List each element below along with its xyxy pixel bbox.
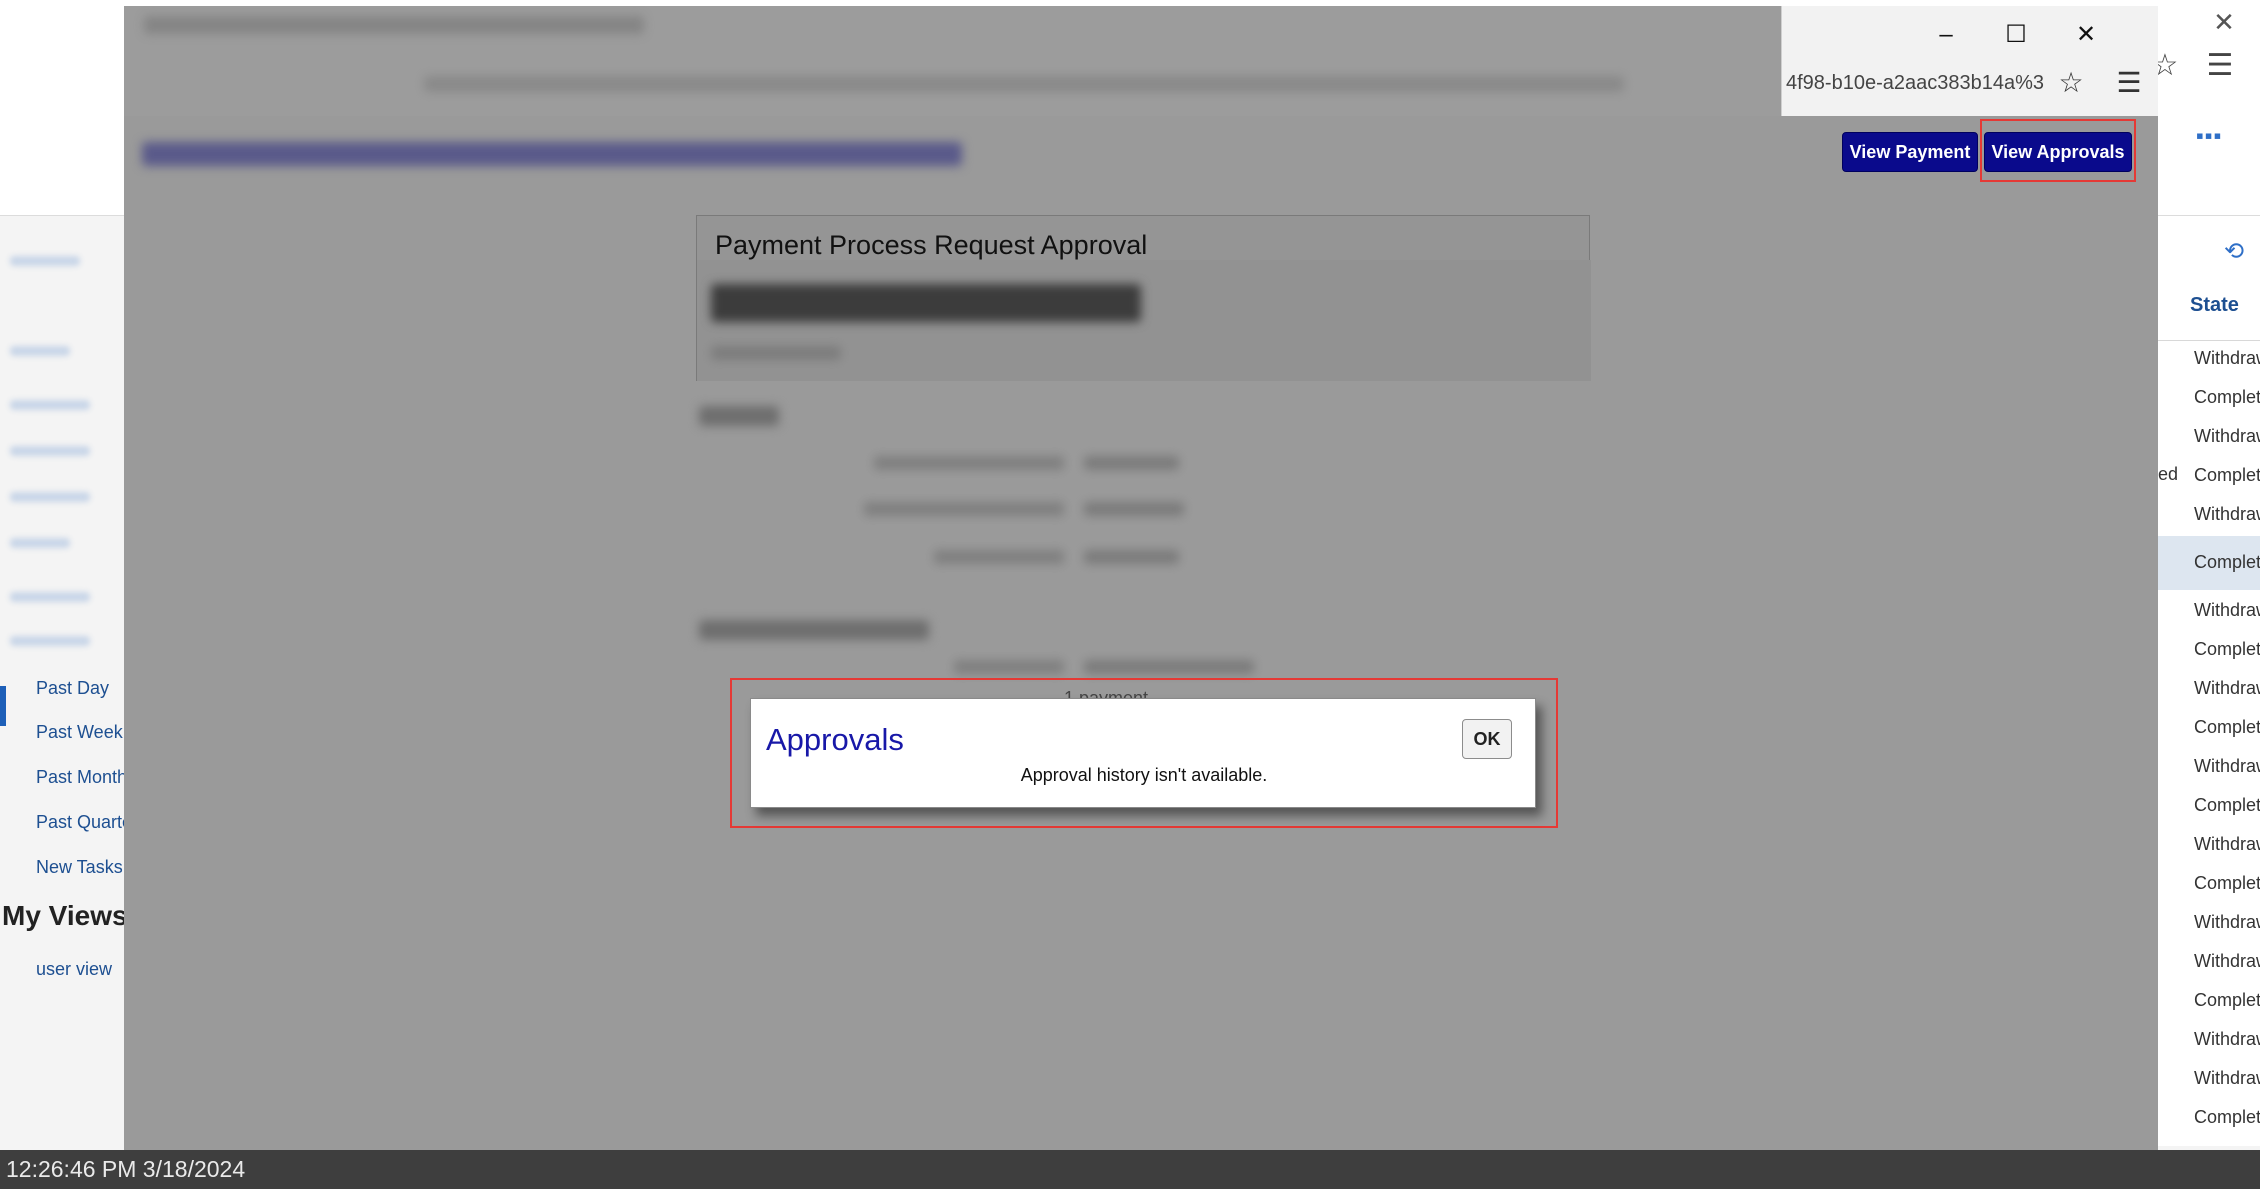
blurred-field-label — [874, 456, 1064, 470]
blurred-field-value — [1084, 502, 1184, 516]
header-divider — [2158, 340, 2260, 341]
blurred-subtext — [711, 346, 841, 360]
clock: 12:26:46 PM 3/18/2024 — [6, 1156, 246, 1182]
panel-body — [697, 260, 1591, 381]
state-cell[interactable]: Completed — [2194, 795, 2260, 816]
nav-item-new-tasks[interactable]: New Tasks — [36, 857, 123, 878]
close-icon[interactable]: ✕ — [2066, 18, 2106, 52]
state-cell[interactable]: Withdrawn — [2194, 756, 2260, 777]
blurred-field-label — [864, 502, 1064, 516]
browser-menu-icon[interactable]: ☰ — [2202, 48, 2238, 84]
popup-browser-window: – ☐ ✕ 4f98-b10e-a2aac383b14a%3 ☆ ☰ View … — [124, 6, 2158, 1150]
close-icon[interactable]: ✕ — [2208, 6, 2240, 38]
dialog-message: Approval history isn't available. — [1020, 765, 1268, 785]
state-cell[interactable]: Withdrawn — [2194, 951, 2260, 972]
taskbar: 12:26:46 PM 3/18/2024 — [0, 1150, 2260, 1189]
blurred-field-value — [1084, 550, 1179, 564]
state-cell[interactable]: Completed — [2194, 465, 2260, 486]
view-approvals-highlight — [1980, 119, 2136, 182]
payment-process-request-panel: Payment Process Request Approval — [696, 215, 1591, 381]
approvals-dialog: Approvals Approval history isn't availab… — [750, 698, 1536, 808]
blurred-nav-item — [10, 636, 90, 646]
blurred-page-heading — [142, 142, 962, 166]
popup-window-chrome: – ☐ ✕ 4f98-b10e-a2aac383b14a%3 ☆ ☰ — [124, 6, 2158, 116]
blurred-request-name — [711, 284, 1141, 322]
blurred-nav-item — [10, 256, 80, 266]
popup-chrome-visible-area: – ☐ ✕ 4f98-b10e-a2aac383b14a%3 ☆ ☰ — [1781, 6, 2158, 116]
state-cell[interactable]: Completed — [2194, 1107, 2260, 1128]
blurred-field-label — [934, 550, 1064, 564]
blurred-tab-strip — [144, 16, 644, 34]
nav-item-user-view[interactable]: user view — [36, 959, 112, 980]
nav-item-past-quarter[interactable]: Past Quarter — [36, 812, 125, 833]
nav-item-past-week[interactable]: Past Week — [36, 722, 123, 743]
blurred-nav-item — [10, 592, 90, 602]
refresh-icon[interactable]: ⟲ — [2220, 238, 2248, 266]
bookmark-star-icon[interactable]: ☆ — [2054, 66, 2088, 100]
state-cell[interactable]: Withdrawn — [2194, 504, 2260, 525]
blurred-nav-item — [10, 446, 90, 456]
left-navigation: Past Day Past Week Past Month Past Quart… — [0, 216, 126, 1016]
blurred-field-value — [1084, 456, 1179, 470]
blurred-nav-item — [10, 492, 90, 502]
state-cell[interactable]: Completed — [2194, 873, 2260, 894]
state-cell[interactable]: Withdrawn — [2194, 834, 2260, 855]
state-cell[interactable]: Withdrawn — [2194, 426, 2260, 447]
blurred-section-heading — [699, 620, 929, 640]
address-bar-url[interactable]: 4f98-b10e-a2aac383b14a%3 — [1786, 72, 2044, 95]
state-cell[interactable]: Completed — [2194, 552, 2260, 573]
my-views-heading: My Views — [2, 900, 126, 931]
blurred-nav-item — [10, 400, 90, 410]
state-cell[interactable]: Withdrawn — [2194, 1029, 2260, 1050]
dialog-title: Approvals — [766, 722, 904, 757]
browser-menu-icon[interactable]: ☰ — [2112, 66, 2146, 100]
blurred-section-heading — [699, 406, 779, 426]
blurred-field-value — [1084, 660, 1254, 674]
state-cell[interactable]: Withdrawn — [2194, 912, 2260, 933]
task-list-state-column: ⟲ State Withdrawn Completed Withdrawn Co… — [2158, 216, 2260, 1146]
truncated-cell-text: ed — [2158, 464, 2179, 484]
nav-selected-marker — [0, 686, 6, 726]
panel-title: Payment Process Request Approval — [715, 230, 1148, 260]
state-cell[interactable]: Completed — [2194, 990, 2260, 1011]
state-cell[interactable]: Withdrawn — [2194, 600, 2260, 621]
state-cell[interactable]: Withdrawn — [2194, 348, 2260, 369]
more-options-icon[interactable]: ▪▪▪ — [2196, 125, 2230, 147]
ok-button[interactable]: OK — [1462, 719, 1512, 759]
state-cell[interactable]: Completed — [2194, 717, 2260, 738]
blurred-nav-item — [10, 538, 70, 548]
state-cell[interactable]: Withdrawn — [2194, 678, 2260, 699]
state-column-header[interactable]: State — [2190, 294, 2239, 317]
nav-item-past-month[interactable]: Past Month — [36, 767, 125, 788]
blurred-nav-item — [10, 346, 70, 356]
state-cell[interactable]: Withdrawn — [2194, 1068, 2260, 1089]
nav-item-past-day[interactable]: Past Day — [36, 678, 109, 699]
view-payment-button[interactable]: View Payment — [1842, 132, 1978, 172]
blurred-field-label — [954, 660, 1064, 674]
state-cell[interactable]: Completed — [2194, 639, 2260, 660]
blurred-address-bar — [424, 76, 1624, 92]
maximize-icon[interactable]: ☐ — [1996, 18, 2036, 52]
state-cell[interactable]: Completed — [2194, 387, 2260, 408]
minimize-icon[interactable]: – — [1926, 18, 1966, 52]
